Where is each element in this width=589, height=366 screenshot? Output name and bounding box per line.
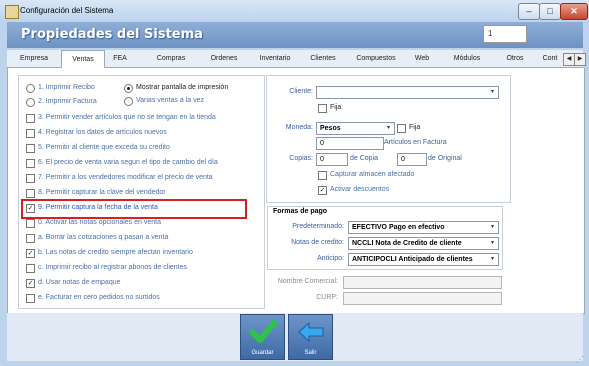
checkbox-icon[interactable] [26, 219, 35, 228]
chevron-down-icon[interactable]: ▾ [384, 124, 393, 133]
moneda-label: Moneda: [285, 124, 313, 131]
radio-icon[interactable] [124, 84, 133, 93]
header-banner: Propiedades del Sistema 1 [7, 22, 583, 48]
tab-cont[interactable]: Cont [537, 52, 563, 66]
tab-scroll-right-icon[interactable]: ▶ [574, 53, 586, 66]
checkbox-checked-icon[interactable]: ✓ [26, 279, 35, 288]
tab-web[interactable]: Web [411, 52, 433, 66]
notas-credito-label: Notas de credito: [291, 239, 344, 246]
radio-icon[interactable] [26, 84, 35, 93]
checkbox-icon[interactable] [26, 144, 35, 153]
checkbox-icon[interactable] [397, 124, 406, 133]
tab-compuestos[interactable]: Compuestos [350, 52, 402, 66]
option-c[interactable]: c. Imprimir recibo al registrar abonos d… [26, 263, 187, 273]
page-title: Propiedades del Sistema [21, 27, 203, 42]
back-arrow-icon [298, 321, 324, 343]
checkbox-icon[interactable] [26, 234, 35, 243]
copias-label: Copias: [289, 155, 313, 162]
checkbox-checked-icon[interactable]: ✓ [318, 186, 327, 195]
de-copia-label: de Copia [350, 155, 379, 162]
predeterminado-select[interactable]: EFECTIVO Pago en efectivo ▾ [348, 221, 499, 234]
copias-input[interactable]: 0 [316, 153, 348, 166]
curp-input[interactable] [343, 292, 502, 305]
option-e[interactable]: e. Facturar en cero pedidos no surtidos [26, 293, 160, 303]
minimize-button[interactable]: – [518, 3, 540, 20]
checkbox-checked-icon[interactable]: ✓ [26, 249, 35, 258]
cliente-select[interactable]: ▾ [316, 86, 499, 99]
curp-label: CURP: [316, 294, 338, 301]
tab-ventas[interactable]: Ventas [61, 50, 105, 68]
checkbox-icon[interactable] [318, 104, 327, 113]
option-a[interactable]: a. Borrar las cotizaciones q pasan a ven… [26, 233, 168, 243]
moneda-select[interactable]: Pesos ▾ [316, 122, 395, 135]
tab-fea[interactable]: FEA [106, 52, 134, 66]
chevron-down-icon[interactable]: ▾ [488, 88, 497, 97]
checkbox-icon[interactable] [26, 159, 35, 168]
checkbox-icon[interactable] [26, 189, 35, 198]
activar-descuentos-option[interactable]: ✓ Activar descuentos [318, 185, 389, 195]
tab-inventario[interactable]: Inventario [250, 52, 300, 66]
tab-strip: Empresa Ventas FEA Compras Ordenes Inven… [7, 50, 586, 68]
chevron-down-icon[interactable]: ▾ [488, 239, 497, 248]
articulos-input[interactable]: 0 [316, 137, 384, 150]
notas-credito-select[interactable]: NCCLI Nota de Credito de cliente ▾ [348, 237, 499, 250]
close-button[interactable]: ✕ [560, 3, 588, 20]
original-input[interactable]: 0 [397, 153, 427, 166]
articulos-label: Artículos en Factura [384, 139, 447, 146]
option-mostrar-pantalla[interactable]: Mostrar pantalla de impresión [124, 83, 228, 93]
radio-icon[interactable] [124, 97, 133, 106]
anticipo-label: Anticipo: [317, 255, 344, 262]
tab-empresa[interactable]: Empresa [11, 52, 57, 66]
window-title: Configuración del Sistema [20, 6, 114, 15]
checkbox-icon[interactable] [26, 129, 35, 138]
option-imprimir-recibo[interactable]: 1. Imprimir Recibo [26, 83, 95, 93]
nombre-comercial-input[interactable] [343, 276, 502, 289]
cliente-fija-option[interactable]: Fija [318, 103, 341, 113]
option-7[interactable]: 7. Permitir a los vendedores modificar e… [26, 173, 213, 183]
payment-methods-legend: Formas de pago [273, 208, 328, 215]
app-icon [5, 5, 19, 19]
maximize-button[interactable]: □ [539, 3, 561, 20]
highlight-box [21, 199, 247, 219]
tab-clientes[interactable]: Clientes [303, 52, 343, 66]
option-0[interactable]: 0. Activar las notas opcionales en venta [26, 218, 161, 228]
chevron-down-icon[interactable]: ▾ [488, 223, 497, 232]
option-b[interactable]: ✓ b. Las notas de credito siempre afectan… [26, 248, 193, 258]
tab-modulos[interactable]: Módulos [447, 52, 487, 66]
capturar-almacen-option[interactable]: Capturar almacen afectado [318, 170, 414, 180]
option-3[interactable]: 3. Permitir vender artículos que no se t… [26, 113, 216, 123]
option-imprimir-factura[interactable]: 2. Imprimir Factura [26, 97, 97, 107]
radio-icon[interactable] [26, 98, 35, 107]
checkbox-icon[interactable] [26, 294, 35, 303]
resize-grip-icon[interactable]: ⋰ [576, 355, 586, 365]
option-d[interactable]: ✓ d. Usar notas de empaque [26, 278, 121, 288]
option-8[interactable]: 8. Permitir capturar la clave del vended… [26, 188, 166, 198]
checkbox-icon[interactable] [26, 114, 35, 123]
moneda-fija-option[interactable]: Fija [397, 123, 420, 133]
title-bar: Configuración del Sistema – □ ✕ [0, 0, 589, 22]
tab-ordenes[interactable]: Ordenes [203, 52, 245, 66]
tab-compras[interactable]: Compras [149, 52, 193, 66]
option-6[interactable]: 6. El precio de venta varia segun el tip… [26, 158, 218, 168]
checkmark-icon [249, 320, 277, 343]
exit-button[interactable]: Salir [288, 314, 333, 360]
option-5[interactable]: 5. Permitir al cliente que exceda su cre… [26, 143, 170, 153]
nombre-comercial-label: Nombre Comercial: [277, 278, 338, 285]
tab-otros[interactable]: Otros [501, 52, 529, 66]
checkbox-icon[interactable] [318, 171, 327, 180]
save-button[interactable]: Guardar [240, 314, 285, 360]
checkbox-icon[interactable] [26, 174, 35, 183]
de-original-label: de Original [428, 155, 462, 162]
option-4[interactable]: 4. Registrar los datos de artículos nuev… [26, 128, 167, 138]
counter-field[interactable]: 1 [483, 25, 527, 43]
option-varias-ventas[interactable]: Varias ventas a la vez [124, 96, 204, 106]
anticipo-select[interactable]: ANTICIPOCLI Anticipado de clientes ▾ [348, 253, 499, 266]
cliente-label: Cliente: [289, 88, 313, 95]
predeterminado-label: Predeterminado: [292, 223, 344, 230]
chevron-down-icon[interactable]: ▾ [488, 255, 497, 264]
checkbox-icon[interactable] [26, 264, 35, 273]
